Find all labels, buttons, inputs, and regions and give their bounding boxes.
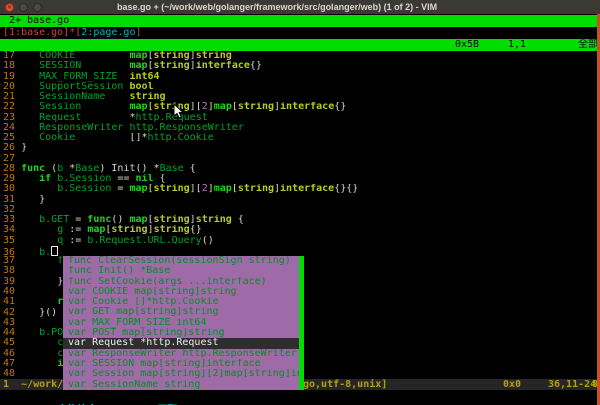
completion-item[interactable]: var Request *http.Request	[63, 338, 304, 348]
line-number: 28	[3, 164, 21, 174]
code-line[interactable]: 26 }	[0, 143, 600, 153]
buffer-tab[interactable]: 2:page.go	[81, 27, 135, 38]
buffer-tab[interactable]: [1:base.go]*	[3, 27, 75, 38]
minibuf-status-hex: 0x5B	[455, 39, 479, 51]
line-number: 17	[3, 51, 21, 61]
completion-item[interactable]: var SESSION map[string]interface	[63, 359, 304, 369]
completion-items: func ClearSession(sessionSign string)fun…	[63, 256, 304, 390]
line-number: 24	[3, 123, 21, 133]
code-line[interactable]: 29 if b.Session == nil {	[0, 174, 600, 184]
completion-item[interactable]: var COOKIE map[string]string	[63, 287, 304, 297]
line-number: 33	[3, 215, 21, 225]
completion-item[interactable]: var MAX_FORM_SIZE int64	[63, 318, 304, 328]
code-line[interactable]: 25 Cookie []*http.Cookie	[0, 133, 600, 143]
code-line[interactable]: 33 b.GET = func() map[string]string {	[0, 215, 600, 225]
completion-item[interactable]: var ResponseWriter http.ResponseWriter	[63, 349, 304, 359]
code-line[interactable]: 17 COOKIE map[string]string	[0, 51, 600, 61]
code-line[interactable]: 21 SessionName string	[0, 92, 600, 102]
window-title: base.go + (~/work/web/golanger/framework…	[117, 2, 437, 12]
line-number: 31	[3, 195, 21, 205]
statusline-cursor-pos: 36,11-24	[548, 379, 596, 390]
insert-cursor	[51, 246, 58, 256]
line-number: 41	[3, 297, 21, 307]
line-number: 21	[3, 92, 21, 102]
code-line[interactable]: 30 b.Session = map[string][2]map[string]…	[0, 184, 600, 194]
line-number: 25	[3, 133, 21, 143]
window-minimize-button[interactable]	[19, 3, 28, 12]
line-number: 20	[3, 82, 21, 92]
completion-item[interactable]: func ClearSession(sessionSign string)	[63, 256, 304, 266]
line-number: 44	[3, 328, 21, 338]
line-number: 37	[3, 256, 21, 266]
line-number: 40	[3, 287, 21, 297]
code-line[interactable]: 24 ResponseWriter http.ResponseWriter	[0, 123, 600, 133]
statusline-fileinfo: go,utf-8,unix]	[303, 379, 387, 390]
titlebar: ✕ base.go + (~/work/web/golanger/framewo…	[0, 0, 600, 14]
popup-scrollbar[interactable]	[299, 256, 304, 390]
code-line[interactable]: 22 Session map[string][2]map[string]inte…	[0, 102, 600, 112]
completion-item[interactable]: var Session map[string][2]map[string]int…	[63, 369, 304, 379]
line-number: 22	[3, 102, 21, 112]
vim-window: ✕ base.go + (~/work/web/golanger/framewo…	[0, 0, 600, 405]
code-line[interactable]: 18 SESSION map[string]interface{}	[0, 61, 600, 71]
buffer-tab[interactable]: ]	[135, 27, 141, 38]
completion-item[interactable]: var Cookie []*http.Cookie	[63, 297, 304, 307]
line-number: 43	[3, 318, 21, 328]
line-number: 47	[3, 359, 21, 369]
code-line[interactable]: 20 SupportSession bool	[0, 82, 600, 92]
minibuf-current-buffer[interactable]: 2+ base.go	[0, 15, 600, 27]
statusline-hex: 0x0	[503, 379, 521, 390]
line-number: 35	[3, 236, 21, 246]
completion-item[interactable]: var POST map[string]string	[63, 328, 304, 338]
code-line[interactable]: 32	[0, 205, 600, 215]
minibuf-statusline: 6 -MiniBufExplorer- [-][none,utf-8,unix]…	[0, 39, 600, 51]
completion-item[interactable]: var GET map[string]string	[63, 307, 304, 317]
line-number: 48	[3, 369, 21, 379]
completion-popup: func ClearSession(sessionSign string)fun…	[63, 256, 304, 390]
line-number: 45	[3, 338, 21, 348]
window-close-button[interactable]: ✕	[5, 3, 14, 12]
completion-item[interactable]: func Init() *Base	[63, 266, 304, 276]
line-number: 26	[3, 143, 21, 153]
code-line[interactable]: 36 b.	[0, 246, 600, 256]
terminal: 2+ base.go [1:base.go]*[2:page.go] 6 -Mi…	[0, 14, 600, 405]
minibuf-status-scroll: 全部	[578, 39, 598, 51]
line-number: 39	[3, 277, 21, 287]
completion-item[interactable]: func SetCookie(args ...interface)	[63, 277, 304, 287]
code-line[interactable]: 31 }	[0, 195, 600, 205]
line-number: 42	[3, 308, 21, 318]
line-number: 36	[3, 247, 21, 256]
code-line[interactable]: 34 g := map[string]string{}	[0, 225, 600, 235]
code-line[interactable]: 28 func (b *Base) Init() *Base {	[0, 164, 600, 174]
minibuf-status-pos: 1,1	[508, 39, 526, 51]
line-number: 30	[3, 184, 21, 194]
window-maximize-button[interactable]	[33, 3, 42, 12]
vim-message-line: -- 全能补全 (^O^N^P) 匹配 9 / 14	[0, 390, 600, 405]
line-number: 19	[3, 72, 21, 82]
buffer-tab-line: [1:base.go]*[2:page.go]	[0, 27, 600, 39]
completion-item[interactable]: var SessionName string	[63, 380, 304, 390]
line-number: 23	[3, 113, 21, 123]
code-line[interactable]: 19 MAX_FORM_SIZE int64	[0, 72, 600, 82]
line-number: 32	[3, 205, 21, 215]
line-number: 34	[3, 225, 21, 235]
code-line[interactable]: 35 q := b.Request.URL.Query()	[0, 236, 600, 246]
line-number: 29	[3, 174, 21, 184]
line-number: 46	[3, 349, 21, 359]
line-number: 38	[3, 266, 21, 276]
code-line[interactable]: 27	[0, 154, 600, 164]
mouse-cursor-icon	[173, 104, 185, 120]
line-number: 27	[3, 154, 21, 164]
code-line[interactable]: 23 Request *http.Request	[0, 113, 600, 123]
line-number: 18	[3, 61, 21, 71]
